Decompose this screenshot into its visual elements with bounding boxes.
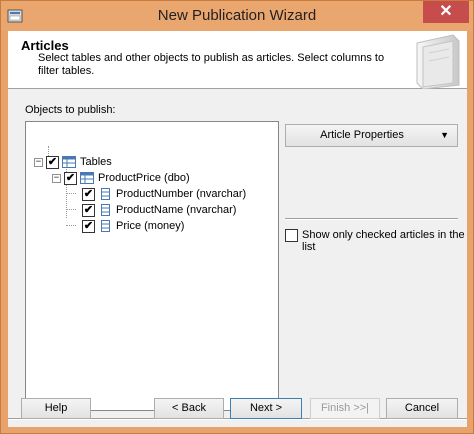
tables-checkbox[interactable]: ✔: [46, 155, 59, 169]
divider: [285, 218, 458, 220]
collapse-icon[interactable]: −: [52, 173, 61, 183]
finish-button[interactable]: Finish >>|: [310, 398, 380, 419]
tree-node-label: ProductNumber (nvarchar): [116, 188, 247, 200]
show-only-checked-label: Show only checked articles in the list: [302, 229, 465, 253]
wizard-graphic-icon: [416, 34, 460, 89]
price-checkbox[interactable]: ✔: [82, 219, 95, 233]
tree-node-productprice[interactable]: − ✔ ProductPrice (dbo): [52, 170, 190, 186]
cancel-button[interactable]: Cancel: [386, 398, 458, 419]
objects-to-publish-label: Objects to publish:: [25, 104, 116, 116]
close-button[interactable]: ✕: [423, 1, 469, 23]
tree-connector: [66, 225, 76, 226]
column-icon: [101, 188, 110, 200]
tree-connector: [66, 209, 76, 210]
tree-node-tables[interactable]: − ✔ Tables: [34, 154, 112, 170]
title-bar[interactable]: New Publication Wizard ✕: [1, 1, 473, 31]
tree-node-label: ProductPrice (dbo): [98, 172, 190, 184]
objects-tree[interactable]: − ✔ Tables − ✔ ProductPrice (dbo) ✔ Prod…: [25, 121, 279, 411]
page-header: Articles Select tables and other objects…: [8, 31, 467, 89]
show-only-checked-option[interactable]: Show only checked articles in the list: [285, 229, 465, 253]
tree-connector: [66, 193, 76, 194]
help-button[interactable]: Help: [21, 398, 91, 419]
tree-node-productname[interactable]: ✔ ProductName (nvarchar): [82, 202, 236, 218]
page-title: Articles: [21, 38, 69, 53]
column-icon: [101, 204, 110, 216]
table-icon: [80, 172, 94, 184]
collapse-icon[interactable]: −: [34, 157, 43, 167]
article-properties-button[interactable]: Article Properties ▼: [285, 124, 458, 147]
tree-node-label: ProductName (nvarchar): [116, 204, 237, 216]
tree-node-price[interactable]: ✔ Price (money): [82, 218, 184, 234]
page-description: Select tables and other objects to publi…: [38, 52, 385, 77]
tree-node-label: Tables: [80, 156, 112, 168]
productnumber-checkbox[interactable]: ✔: [82, 187, 95, 201]
window-title: New Publication Wizard: [157, 7, 317, 24]
wizard-window: New Publication Wizard ✕ Articles Select…: [0, 0, 474, 434]
back-button[interactable]: < Back: [154, 398, 224, 419]
next-button[interactable]: Next >: [230, 398, 302, 419]
productname-checkbox[interactable]: ✔: [82, 203, 95, 217]
wizard-body: Articles Select tables and other objects…: [8, 31, 467, 427]
productprice-checkbox[interactable]: ✔: [64, 171, 77, 185]
article-properties-label: Article Properties: [320, 129, 404, 141]
column-icon: [101, 220, 110, 232]
dropdown-arrow-icon: ▼: [440, 130, 449, 140]
show-only-checked-checkbox[interactable]: [285, 229, 298, 242]
tree-node-productnumber[interactable]: ✔ ProductNumber (nvarchar): [82, 186, 246, 202]
tables-icon: [62, 156, 76, 168]
tree-node-label: Price (money): [116, 220, 185, 232]
